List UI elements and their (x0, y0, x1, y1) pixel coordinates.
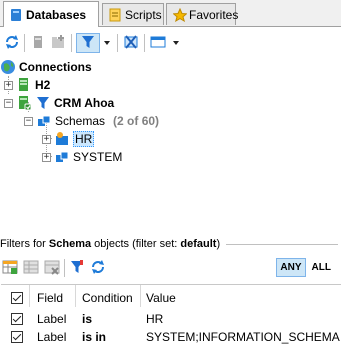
add-row-icon (2, 259, 18, 278)
filter-prefix: Filters for (0, 238, 49, 250)
add-filter-button[interactable] (1, 258, 19, 278)
connection-icon (16, 77, 32, 93)
refresh-icon (4, 34, 20, 53)
any-button[interactable]: ANY (276, 258, 306, 277)
filter-icon (69, 259, 85, 278)
collapse-icon[interactable]: − (4, 98, 13, 108)
schema-icon (54, 149, 70, 165)
checkbox-icon (11, 292, 23, 304)
schema-icon (54, 131, 70, 147)
filter-icon (80, 34, 96, 53)
script-icon (109, 8, 121, 22)
chevron-down-icon (172, 36, 180, 50)
expand-icon[interactable]: + (42, 152, 51, 162)
filter-set-name: default (180, 238, 217, 250)
window-button[interactable] (148, 33, 168, 53)
header-condition[interactable]: Condition (82, 288, 133, 308)
all-button[interactable]: ALL (308, 258, 335, 277)
window-dropdown-button[interactable] (170, 33, 182, 53)
grid-icon (23, 259, 39, 278)
filter-object: Schema (48, 238, 92, 250)
tree-node-system[interactable]: + SYSTEM (42, 148, 122, 166)
tab-label: Databases (26, 7, 87, 22)
tree-node-label: Schemas (55, 114, 106, 128)
tab-label: Favorites (189, 7, 239, 22)
tab-bar: Databases Scripts Favorites (0, 0, 341, 27)
filter-toolbar: ANY ALL (0, 256, 341, 280)
delete-row-icon (44, 259, 60, 278)
disconnect-icon (122, 34, 140, 53)
connection-icon (16, 95, 32, 111)
schemas-folder-icon (36, 113, 52, 129)
header-checkbox[interactable] (11, 288, 23, 308)
expand-icon[interactable]: + (42, 134, 51, 144)
collapse-icon[interactable]: − (24, 116, 33, 126)
tab-scripts[interactable]: Scripts (102, 3, 164, 25)
filter-button[interactable] (76, 33, 100, 53)
tab-databases[interactable]: Databases (3, 1, 99, 27)
chevron-down-icon (103, 36, 111, 50)
tree-node-h2[interactable]: + H2 (4, 76, 50, 94)
tree-node-label: HR (73, 131, 95, 147)
tab-label: Scripts (125, 7, 162, 22)
tree-node-label: H2 (35, 78, 51, 92)
match-mode-toggle: ANY ALL (276, 258, 335, 277)
edit-filter-button[interactable] (22, 258, 40, 278)
filter-middle: objects (filter set: (91, 238, 181, 250)
row-field[interactable]: Label (37, 327, 66, 347)
refresh-filter-button[interactable] (89, 258, 107, 278)
row-checkbox[interactable] (11, 309, 23, 329)
table-row[interactable]: Label is HR (1, 309, 341, 329)
new-connection-button[interactable] (29, 33, 47, 53)
tab-favorites[interactable]: Favorites (166, 3, 239, 25)
disconnect-button[interactable] (121, 33, 141, 53)
database-navigator-tree: Connections + H2 − CRM Ahoa − Schemas (2… (0, 58, 341, 258)
table-row[interactable]: Label is in SYSTEM;INFORMATION_SCHEMA (1, 327, 341, 347)
tree-node-crm-ahoa[interactable]: − CRM Ahoa (4, 94, 114, 112)
row-condition[interactable]: is (82, 309, 92, 329)
tree-node-connections[interactable]: Connections (0, 58, 92, 76)
refresh-icon (90, 259, 106, 278)
star-icon (172, 7, 188, 22)
new-folder-button[interactable] (49, 33, 67, 53)
filter-suffix: ) (216, 238, 221, 250)
new-connection-icon (30, 34, 46, 53)
checkbox-icon (11, 331, 23, 343)
row-value[interactable]: HR (146, 309, 163, 329)
filter-header: Filters for Schema objects (filter set: … (0, 236, 341, 252)
navigator-toolbar (0, 28, 341, 56)
schemas-count: (2 of 60) (113, 114, 160, 128)
row-condition[interactable]: is in (82, 327, 106, 347)
tree-node-label: Connections (19, 60, 92, 74)
row-value[interactable]: SYSTEM;INFORMATION_SCHEMA (146, 327, 340, 347)
filter-icon (35, 95, 51, 111)
row-field[interactable]: Label (37, 309, 66, 329)
tree-node-label: SYSTEM (73, 150, 123, 164)
header-field[interactable]: Field (37, 288, 63, 308)
window-icon (149, 34, 167, 53)
divider (226, 243, 338, 245)
apply-filter-button[interactable] (68, 258, 86, 278)
expand-icon[interactable]: + (4, 80, 13, 90)
filter-grid: Field Condition Value Label is HR Label … (1, 284, 341, 360)
remove-filter-button[interactable] (43, 258, 61, 278)
tree-node-label: CRM Ahoa (54, 96, 115, 110)
grid-header-row: Field Condition Value (1, 288, 341, 308)
refresh-button[interactable] (3, 33, 21, 53)
tree-node-hr[interactable]: + HR (42, 130, 95, 148)
header-value[interactable]: Value (146, 288, 176, 308)
new-folder-icon (50, 34, 66, 53)
filter-dropdown-button[interactable] (101, 33, 113, 53)
globe-icon (0, 59, 16, 75)
checkbox-icon (11, 313, 23, 325)
tree-node-schemas[interactable]: − Schemas (2 of 60) (24, 112, 159, 130)
database-icon (10, 8, 22, 22)
row-checkbox[interactable] (11, 327, 23, 347)
